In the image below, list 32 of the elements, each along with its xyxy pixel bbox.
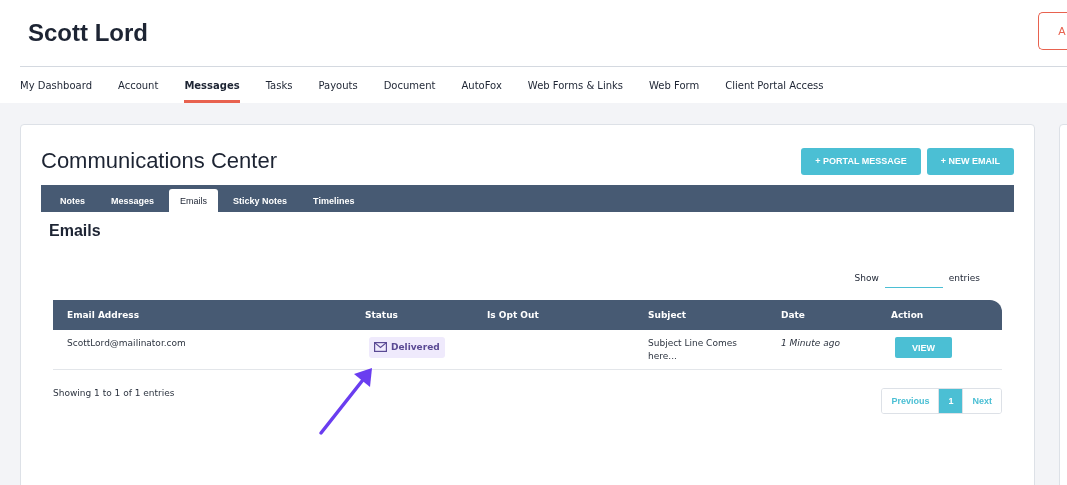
- nav-tab[interactable]: Messages: [184, 67, 240, 103]
- envelope-icon: [374, 342, 387, 353]
- tab[interactable]: Notes: [49, 189, 96, 212]
- table-info: Showing 1 to 1 of 1 entries: [53, 388, 175, 398]
- tab[interactable]: Messages: [100, 189, 166, 212]
- page-title: Scott Lord: [28, 19, 148, 47]
- status-badge: Delivered: [369, 337, 445, 358]
- column-header: Date: [781, 310, 806, 320]
- column-header: Email Address: [67, 310, 140, 320]
- nav-tab[interactable]: Web Forms & Links: [527, 67, 624, 103]
- table-cell-text: Subject Line Comes here...: [648, 337, 738, 363]
- show-label: Show: [854, 273, 879, 283]
- tab[interactable]: Emails: [169, 189, 219, 212]
- column-header: Action: [891, 310, 925, 320]
- section-title: Emails: [49, 222, 102, 240]
- nav-tab[interactable]: AutoFox: [461, 67, 502, 103]
- nav-tab[interactable]: Account: [118, 67, 159, 103]
- column-header: Is Opt Out: [487, 310, 540, 320]
- table-cell-text: ScottLord@mailinator.com: [67, 337, 187, 350]
- tab[interactable]: Sticky Notes: [222, 189, 299, 212]
- nav-tab[interactable]: Tasks: [265, 67, 293, 103]
- nav-tab[interactable]: Client Portal Access: [725, 67, 824, 103]
- nav-tab[interactable]: Payouts: [318, 67, 358, 103]
- tab[interactable]: Timelines: [302, 189, 366, 212]
- column-header: Subject: [648, 310, 688, 320]
- nav-tab[interactable]: My Dashboard: [20, 67, 92, 103]
- table-cell-text: 1 Minute ago: [781, 337, 841, 350]
- nav-tab[interactable]: Web Form: [649, 67, 700, 103]
- card-title: Communications Center: [41, 148, 277, 174]
- column-header: Status: [365, 310, 399, 320]
- nav-tab[interactable]: Document: [383, 67, 436, 103]
- entries-label: entries: [948, 273, 980, 283]
